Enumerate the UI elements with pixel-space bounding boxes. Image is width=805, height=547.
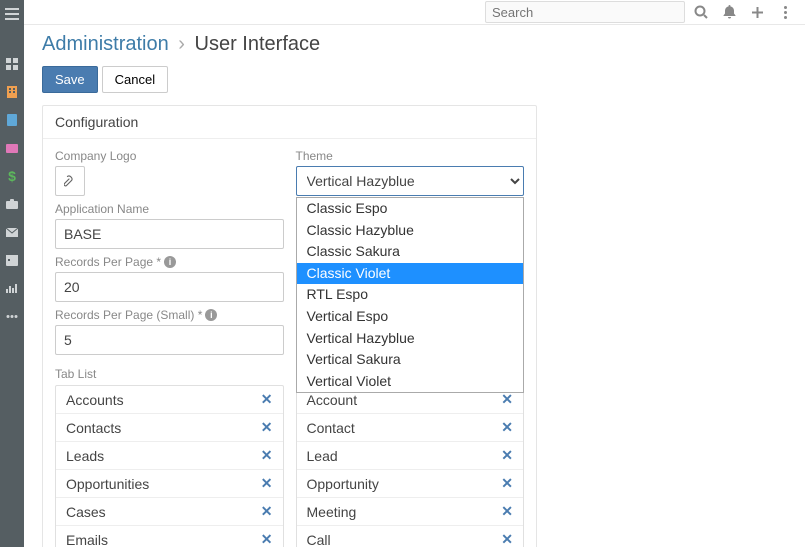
info-icon[interactable]: i <box>205 309 217 321</box>
close-icon[interactable]: ✕ <box>501 503 513 520</box>
kebab-icon[interactable] <box>773 0 797 24</box>
app-name-input[interactable] <box>55 219 284 249</box>
list-item-label: Account <box>307 392 358 408</box>
list-item[interactable]: Accounts ✕ <box>56 386 283 414</box>
page-title: User Interface <box>195 33 321 55</box>
list-item[interactable]: Leads ✕ <box>56 442 283 470</box>
list-item-label: Meeting <box>307 504 357 520</box>
list-item-label: Accounts <box>66 392 124 408</box>
close-icon[interactable]: ✕ <box>261 503 273 520</box>
config-panel: Configuration Company Logo Theme V <box>42 105 537 547</box>
plus-icon[interactable] <box>745 0 769 24</box>
list-item-label: Cases <box>66 504 106 520</box>
list-item[interactable]: Meeting ✕ <box>297 498 524 526</box>
list-item[interactable]: Emails ✕ <box>56 526 283 547</box>
sidebar-item-dashboard[interactable] <box>0 50 24 78</box>
list-item-label: Opportunities <box>66 476 149 492</box>
panel-title: Configuration <box>43 106 536 139</box>
close-icon[interactable]: ✕ <box>501 531 513 547</box>
sidebar-item-contacts[interactable] <box>0 106 24 134</box>
sidebar-item-cases[interactable] <box>0 190 24 218</box>
list-item-label: Lead <box>307 448 338 464</box>
info-icon[interactable]: i <box>164 256 176 268</box>
rpp-input[interactable] <box>55 272 284 302</box>
theme-label: Theme <box>296 149 525 163</box>
theme-option[interactable]: Classic Violet <box>297 263 524 285</box>
sidebar-item-reports[interactable] <box>0 274 24 302</box>
theme-option[interactable]: Classic Hazyblue <box>297 220 524 242</box>
list-item[interactable]: Contact ✕ <box>297 414 524 442</box>
rpp-label: Records Per Page * i <box>55 255 284 269</box>
quick-create-list: Account✕Contact✕Lead✕Opportunity✕Meeting… <box>296 385 525 547</box>
close-icon[interactable]: ✕ <box>261 419 273 436</box>
list-item[interactable]: Lead ✕ <box>297 442 524 470</box>
save-button[interactable]: Save <box>42 66 98 93</box>
list-item-label: Leads <box>66 448 104 464</box>
tab-list-label: Tab List <box>55 367 284 381</box>
sidebar-item-leads[interactable] <box>0 134 24 162</box>
list-item-label: Contact <box>307 420 355 436</box>
search-icon[interactable] <box>689 0 713 24</box>
breadcrumb-sep: › <box>178 33 185 55</box>
list-item[interactable]: Cases ✕ <box>56 498 283 526</box>
close-icon[interactable]: ✕ <box>261 475 273 492</box>
rpp-small-input[interactable] <box>55 325 284 355</box>
theme-option[interactable]: Vertical Hazyblue <box>297 328 524 350</box>
theme-option[interactable]: Vertical Violet <box>297 371 524 393</box>
theme-option[interactable]: Vertical Espo <box>297 306 524 328</box>
list-item-label: Call <box>307 532 331 547</box>
close-icon[interactable]: ✕ <box>261 531 273 547</box>
search-input[interactable] <box>485 1 685 23</box>
list-item[interactable]: Call ✕ <box>297 526 524 547</box>
bell-icon[interactable] <box>717 0 741 24</box>
list-item[interactable]: Contacts ✕ <box>56 414 283 442</box>
list-item-label: Emails <box>66 532 108 547</box>
company-logo-label: Company Logo <box>55 149 284 163</box>
close-icon[interactable]: ✕ <box>261 447 273 464</box>
topbar <box>24 0 805 25</box>
cancel-button[interactable]: Cancel <box>102 66 168 93</box>
theme-option[interactable]: RTL Espo <box>297 284 524 306</box>
theme-select[interactable]: Vertical Hazyblue <box>296 166 525 196</box>
theme-option[interactable]: Classic Espo <box>297 198 524 220</box>
theme-option[interactable]: Vertical Sakura <box>297 349 524 371</box>
rpp-small-label: Records Per Page (Small) * i <box>55 308 284 322</box>
tab-list: Accounts✕Contacts✕Leads✕Opportunities✕Ca… <box>55 385 284 547</box>
theme-dropdown[interactable]: Classic EspoClassic HazyblueClassic Saku… <box>296 197 525 393</box>
sidebar-item-opportunities[interactable]: $ <box>0 162 24 190</box>
close-icon[interactable]: ✕ <box>501 419 513 436</box>
close-icon[interactable]: ✕ <box>501 447 513 464</box>
sidebar-item-more[interactable] <box>0 302 24 330</box>
svg-text:$: $ <box>8 169 16 183</box>
sidebar: $ <box>0 0 24 547</box>
list-item[interactable]: Opportunities ✕ <box>56 470 283 498</box>
sidebar-item-calendar[interactable] <box>0 246 24 274</box>
sidebar-item-emails[interactable] <box>0 218 24 246</box>
close-icon[interactable]: ✕ <box>501 475 513 492</box>
hamburger-icon[interactable] <box>0 0 24 28</box>
close-icon[interactable]: ✕ <box>261 391 273 408</box>
theme-option[interactable]: Classic Sakura <box>297 241 524 263</box>
list-item-label: Contacts <box>66 420 121 436</box>
breadcrumb-root[interactable]: Administration <box>42 33 169 55</box>
breadcrumb: Administration › User Interface <box>42 33 787 56</box>
list-item-label: Opportunity <box>307 476 379 492</box>
close-icon[interactable]: ✕ <box>501 391 513 408</box>
app-name-label: Application Name <box>55 202 284 216</box>
sidebar-item-accounts[interactable] <box>0 78 24 106</box>
list-item[interactable]: Opportunity ✕ <box>297 470 524 498</box>
upload-button[interactable] <box>55 166 85 196</box>
